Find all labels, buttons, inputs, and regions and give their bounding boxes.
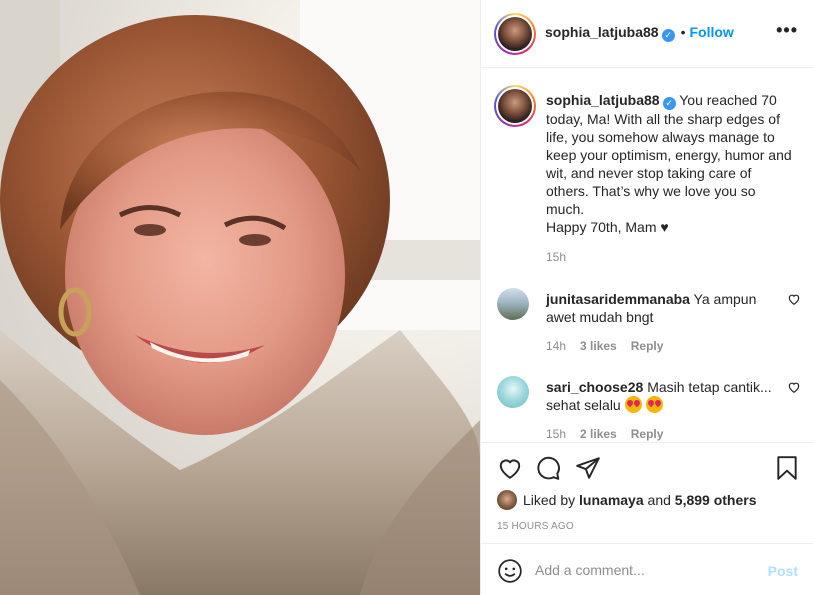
separator-dot: • bbox=[680, 24, 686, 40]
comment-time[interactable]: 15h bbox=[546, 427, 566, 441]
comment-meta: 15h 2 likes Reply bbox=[546, 427, 677, 441]
liker-avatar[interactable] bbox=[497, 490, 517, 510]
verified-badge-icon: ✓ bbox=[662, 97, 676, 110]
commenter-avatar[interactable] bbox=[497, 288, 529, 320]
post-header: sophia_latjuba88 ✓ • Follow ••• bbox=[481, 0, 813, 68]
comment-text: junitasaridemmanaba Ya ampun awet mudah … bbox=[546, 290, 776, 326]
comment-icon[interactable] bbox=[535, 455, 561, 481]
liked-by-and: and bbox=[647, 492, 671, 508]
post-actions: Liked by lunamaya and 5,899 others 15 HO… bbox=[481, 442, 813, 542]
author-username[interactable]: sophia_latjuba88 bbox=[545, 24, 659, 40]
author-avatar[interactable] bbox=[494, 13, 536, 55]
liked-by-user[interactable]: lunamaya bbox=[579, 492, 644, 508]
comment-meta: 14h 3 likes Reply bbox=[546, 339, 677, 353]
reply-button[interactable]: Reply bbox=[631, 427, 664, 441]
comment-like-icon[interactable] bbox=[787, 380, 801, 394]
post-timestamp[interactable]: 15 HOURS AGO bbox=[497, 521, 574, 532]
caption-text: sophia_latjuba88 ✓ You reached 70 today, … bbox=[546, 91, 796, 236]
bookmark-icon[interactable] bbox=[774, 455, 800, 481]
heart-icon[interactable] bbox=[497, 455, 523, 481]
caption-username[interactable]: sophia_latjuba88 bbox=[546, 92, 660, 108]
comment-text: sari_choose28 Masih tetap cantik... seha… bbox=[546, 378, 776, 414]
commenter-username[interactable]: junitasaridemmanaba bbox=[546, 291, 690, 307]
comments-list[interactable]: sophia_latjuba88 ✓ You reached 70 today, … bbox=[481, 69, 813, 442]
commenter-avatar[interactable] bbox=[497, 376, 529, 408]
heart-eyes-emoji-icon bbox=[645, 396, 663, 413]
verified-badge-icon: ✓ bbox=[661, 29, 675, 42]
liked-by-prefix: Liked by bbox=[523, 492, 576, 508]
header-author: sophia_latjuba88 ✓ • Follow bbox=[545, 24, 734, 42]
comment-likes[interactable]: 3 likes bbox=[580, 339, 617, 353]
comment-likes[interactable]: 2 likes bbox=[580, 427, 617, 441]
portrait-image bbox=[0, 0, 480, 595]
caption-avatar[interactable] bbox=[494, 85, 536, 127]
ellipsis-icon[interactable]: ••• bbox=[776, 20, 798, 41]
heart-eyes-emoji-icon bbox=[624, 396, 642, 413]
commenter-username[interactable]: sari_choose28 bbox=[546, 379, 643, 395]
paper-plane-icon[interactable] bbox=[575, 455, 601, 481]
post-comment-button[interactable]: Post bbox=[768, 563, 798, 579]
add-comment-bar: Post bbox=[481, 543, 813, 595]
liked-by-others[interactable]: 5,899 others bbox=[675, 492, 757, 508]
smiley-icon[interactable] bbox=[497, 558, 523, 584]
comment-like-icon[interactable] bbox=[787, 292, 801, 306]
post-photo[interactable] bbox=[0, 0, 480, 595]
comment-time[interactable]: 14h bbox=[546, 339, 566, 353]
caption-timestamp[interactable]: 15h bbox=[546, 250, 566, 264]
follow-button[interactable]: Follow bbox=[690, 24, 734, 40]
likes-summary: Liked by lunamaya and 5,899 others bbox=[497, 490, 757, 510]
caption-body: You reached 70 today, Ma! With all the s… bbox=[546, 92, 792, 217]
caption-body-line2: Happy 70th, Mam ♥ bbox=[546, 219, 669, 235]
post-side-panel: sophia_latjuba88 ✓ • Follow ••• sophia_latj… bbox=[480, 0, 813, 595]
comment-input[interactable] bbox=[535, 558, 755, 582]
reply-button[interactable]: Reply bbox=[631, 339, 664, 353]
